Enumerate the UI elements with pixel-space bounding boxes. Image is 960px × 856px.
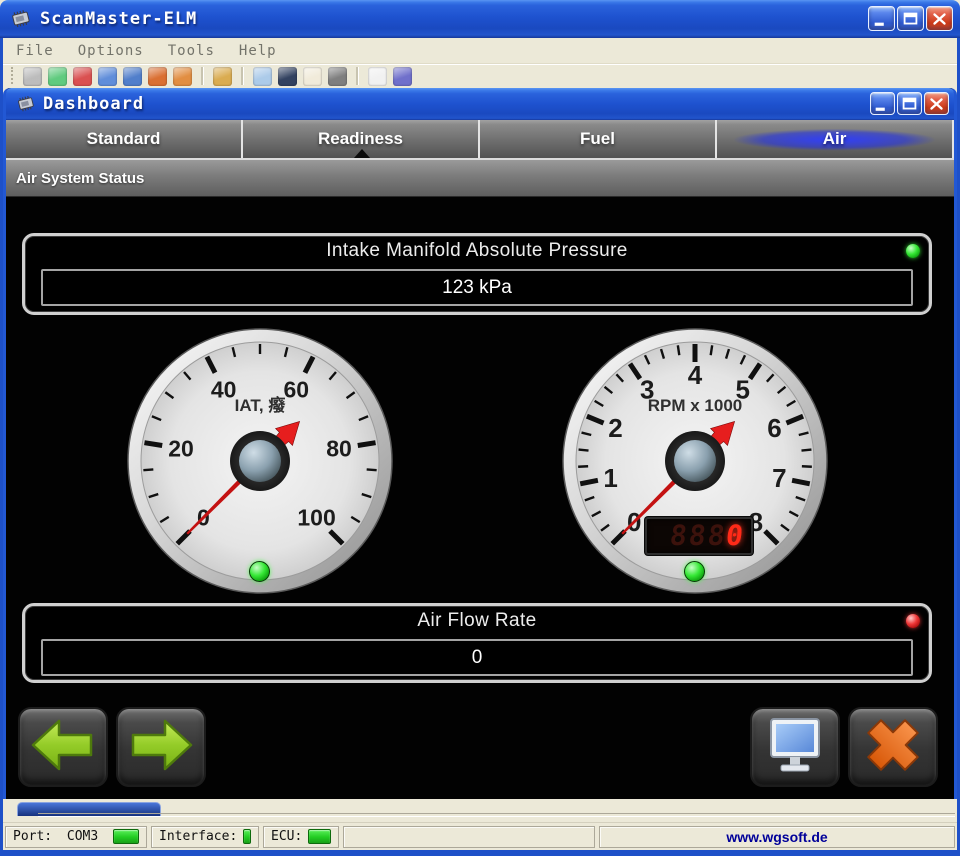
user-icon[interactable] xyxy=(173,67,192,86)
imap-status-led xyxy=(906,244,920,258)
toolbar-separator xyxy=(356,67,359,85)
chip-icon[interactable] xyxy=(23,67,42,86)
tab-pointer-triangle xyxy=(354,149,370,158)
dashboard-titlebar[interactable]: Dashboard xyxy=(6,88,954,120)
toolbar-separator xyxy=(241,67,244,85)
digital-value: 0 xyxy=(724,520,747,552)
main-titlebar[interactable]: ScanMaster-ELM xyxy=(0,0,960,38)
port-panel-value: COM3 xyxy=(67,829,98,844)
chart-icon[interactable] xyxy=(148,67,167,86)
svg-text:1: 1 xyxy=(603,463,617,493)
airflow-display-panel: Air Flow Rate 0 xyxy=(22,603,932,683)
arrow-right-icon xyxy=(123,713,199,782)
svg-text:100: 100 xyxy=(297,505,335,531)
svg-text:40: 40 xyxy=(211,377,237,403)
toolbar-grip xyxy=(11,67,16,84)
window-icon[interactable] xyxy=(253,67,272,86)
monitor-icon xyxy=(757,713,833,782)
iat-gauge-face: 020406080100IAT, 癈 xyxy=(125,326,395,596)
iat-gauge-label: IAT, 癈 xyxy=(235,395,287,415)
airflow-value: 0 xyxy=(41,639,913,676)
svg-text:6: 6 xyxy=(767,413,781,443)
airflow-status-led xyxy=(906,614,920,628)
maximize-button[interactable] xyxy=(897,6,924,31)
book-icon[interactable] xyxy=(393,67,412,86)
dashboard-title: Dashboard xyxy=(43,94,144,114)
menu-tools[interactable]: Tools xyxy=(168,43,215,59)
status-bar: Port: COM3 Interface: ECU: www.wgsoft.de xyxy=(3,822,957,850)
chip-app-icon xyxy=(9,9,33,29)
svg-text:60: 60 xyxy=(284,377,310,403)
client-edge-line xyxy=(38,813,955,817)
dashboard-window: Dashboard StandardReadinessFuelAir Air S… xyxy=(3,88,957,799)
monitor-icon[interactable] xyxy=(123,67,142,86)
dashboard-canvas: Intake Manifold Absolute Pressure 123 kP… xyxy=(6,197,954,799)
clipboard-icon[interactable] xyxy=(213,67,232,86)
rpm-gauge-face: 012345678RPM x 1000 xyxy=(560,326,830,596)
close-button[interactable] xyxy=(926,6,953,31)
menu-file[interactable]: File xyxy=(16,43,54,59)
mdi-client-area xyxy=(3,799,957,822)
menu-bar: File Options Tools Help xyxy=(3,38,957,64)
ecu-panel-indicator xyxy=(308,829,331,844)
main-window: ScanMaster-ELM File Options Tools Help Dash… xyxy=(0,0,960,856)
imap-title: Intake Manifold Absolute Pressure xyxy=(25,240,929,262)
connect-icon[interactable] xyxy=(98,67,117,86)
interface-panel-label: Interface: xyxy=(159,829,237,844)
close-button[interactable] xyxy=(924,92,949,115)
menu-options[interactable]: Options xyxy=(78,43,144,59)
website-panel: www.wgsoft.de xyxy=(599,826,955,848)
info-icon[interactable] xyxy=(368,67,387,86)
maximize-button[interactable] xyxy=(897,92,922,115)
window-border-bottom xyxy=(0,850,960,856)
svg-text:7: 7 xyxy=(772,463,786,493)
tab-bar: StandardReadinessFuelAir xyxy=(6,120,954,160)
close-x-icon xyxy=(855,713,931,782)
spacer-panel xyxy=(343,826,595,848)
monitor-button[interactable] xyxy=(750,707,840,787)
iat-gauge: 020406080100IAT, 癈 xyxy=(125,326,395,596)
minimize-button[interactable] xyxy=(870,92,895,115)
port-panel-indicator xyxy=(113,829,139,844)
imap-value: 123 kPa xyxy=(41,269,913,306)
tab-air[interactable]: Air xyxy=(717,120,954,158)
chip-window-icon xyxy=(15,95,37,113)
tab-standard[interactable]: Standard xyxy=(6,120,243,158)
port-panel-label: Port: xyxy=(13,829,52,844)
ecu-panel-label: ECU: xyxy=(271,829,302,844)
globe-icon[interactable] xyxy=(48,67,67,86)
minimize-button[interactable] xyxy=(868,6,895,31)
save-icon[interactable] xyxy=(73,67,92,86)
ecu-panel: ECU: xyxy=(263,826,339,848)
interface-panel: Interface: xyxy=(151,826,259,848)
document-icon[interactable] xyxy=(303,67,322,86)
prev-button[interactable] xyxy=(18,707,108,787)
svg-text:4: 4 xyxy=(688,360,703,390)
imap-display-panel: Intake Manifold Absolute Pressure 123 kP… xyxy=(22,233,932,315)
rpm-gauge-led xyxy=(684,561,705,582)
tool-bar xyxy=(3,64,957,88)
iat-gauge-led xyxy=(249,561,270,582)
arrow-left-icon xyxy=(25,713,101,782)
close-dashboard-button[interactable] xyxy=(848,707,938,787)
rpm-gauge: 012345678RPM x 100088880 xyxy=(560,326,830,596)
tab-fuel[interactable]: Fuel xyxy=(480,120,717,158)
svg-text:20: 20 xyxy=(168,435,194,461)
window-title: ScanMaster-ELM xyxy=(40,9,197,29)
svg-text:80: 80 xyxy=(326,435,352,461)
section-title: Air System Status xyxy=(16,170,144,187)
website-link[interactable]: www.wgsoft.de xyxy=(726,829,827,845)
airflow-title: Air Flow Rate xyxy=(25,610,929,632)
rpm-gauge-digital-display: 88880 xyxy=(645,517,753,555)
toolbar-separator xyxy=(201,67,204,85)
world-icon[interactable] xyxy=(328,67,347,86)
section-header: Air System Status xyxy=(6,160,954,197)
next-button[interactable] xyxy=(116,707,206,787)
rpm-gauge-label: RPM x 1000 xyxy=(648,396,743,415)
menu-help[interactable]: Help xyxy=(239,43,277,59)
port-panel: Port: COM3 xyxy=(5,826,147,848)
svg-text:2: 2 xyxy=(608,413,622,443)
terminal-icon[interactable] xyxy=(278,67,297,86)
interface-panel-indicator xyxy=(243,829,251,844)
